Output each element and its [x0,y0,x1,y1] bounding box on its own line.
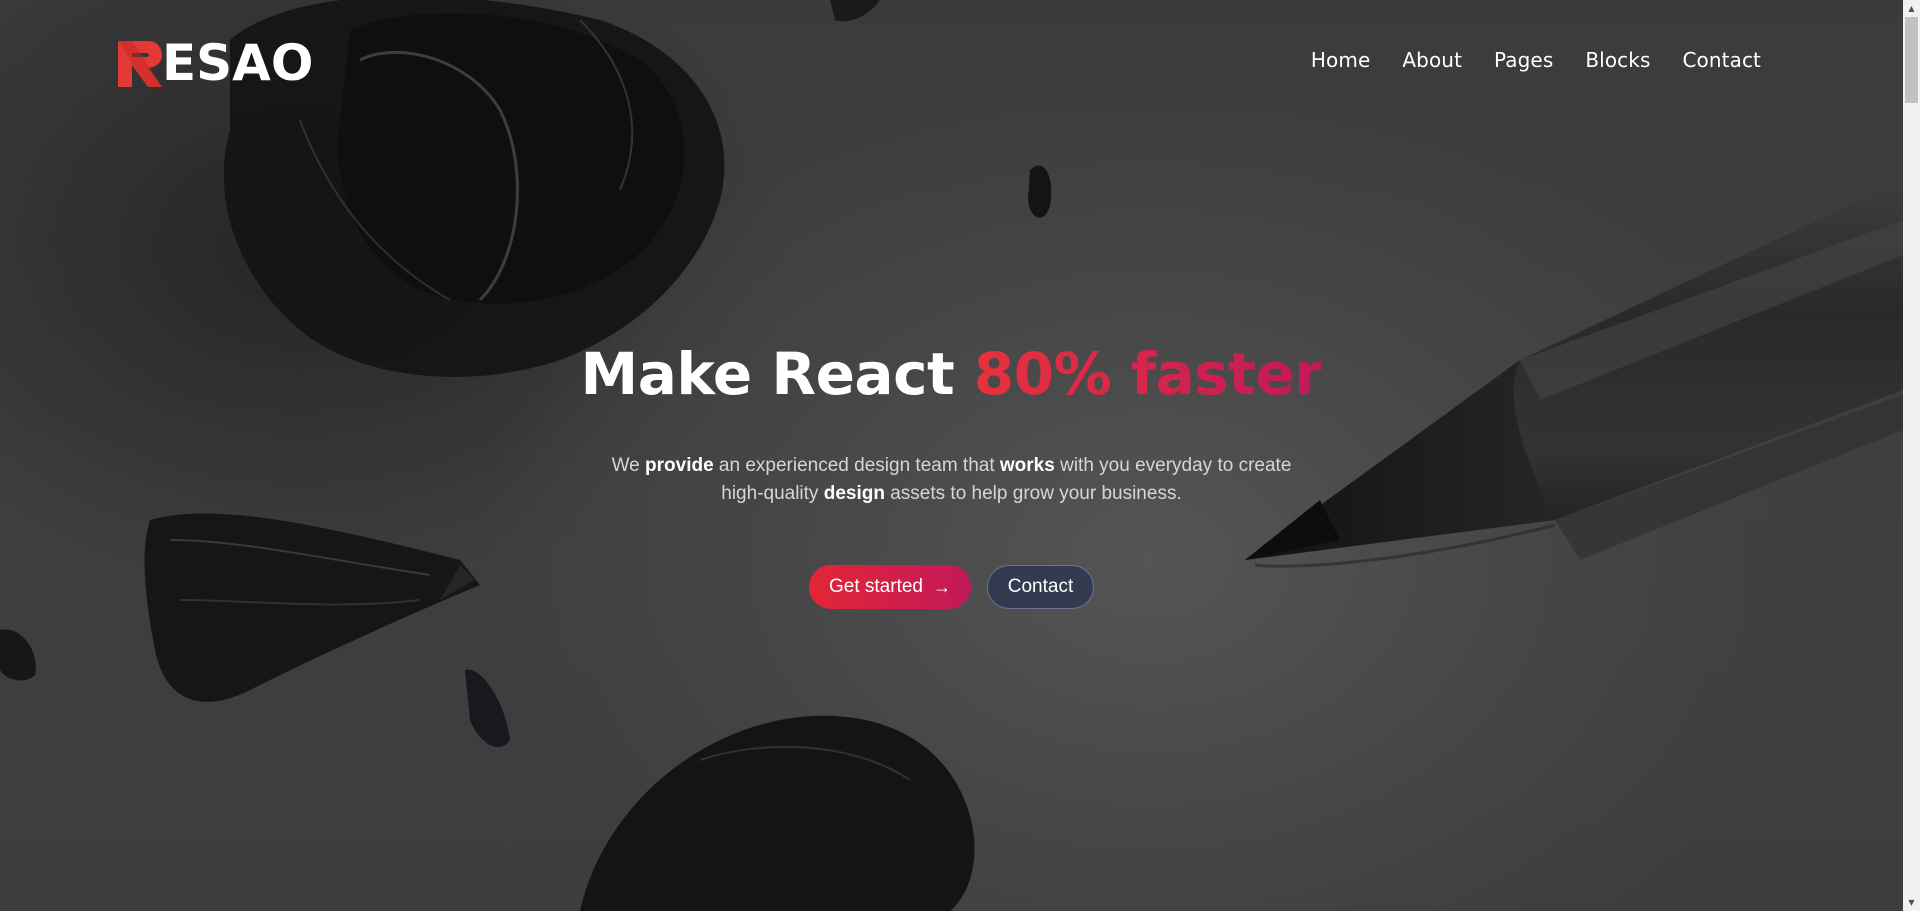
subtitle-bold: design [823,483,885,504]
hero-actions: Get started → Contact [0,565,1903,609]
headline-accent: 80% faster [973,340,1323,408]
subtitle-part: We [611,455,646,476]
scrollbar-thumb[interactable] [1905,17,1918,103]
nav-pages[interactable]: Pages [1494,48,1553,72]
logo-text: ESAO [162,34,314,92]
subtitle-part: assets to help grow your business. [884,483,1182,504]
arrow-right-icon: → [933,577,951,597]
hero-subtitle: We provide an experienced design team th… [0,452,1903,508]
brand-logo[interactable]: ESAO [118,38,313,88]
scroll-down-arrow-icon[interactable]: ▼ [1903,894,1920,911]
main-nav: Home About Pages Blocks Contact [1311,48,1761,72]
subtitle-bold: works [999,455,1055,476]
subtitle-part: an experienced design team that [713,455,1000,476]
get-started-label: Get started [829,576,923,597]
contact-button[interactable]: Contact [987,565,1094,609]
subtitle-part: with you everyday to create [1054,455,1292,476]
nav-contact[interactable]: Contact [1682,48,1761,72]
nav-blocks[interactable]: Blocks [1585,48,1650,72]
headline-main: Make React [580,340,974,408]
hero-section: ESAO Home About Pages Blocks Contact Mak… [0,0,1903,911]
scroll-up-arrow-icon[interactable]: ▲ [1903,0,1920,17]
get-started-button[interactable]: Get started → [809,565,971,609]
contact-button-label: Contact [1007,576,1074,597]
nav-home[interactable]: Home [1311,48,1370,72]
hero-headline: Make React 80% faster [0,336,1903,412]
subtitle-bold: provide [645,455,714,476]
page-scrollbar[interactable]: ▲ ▼ [1903,0,1920,911]
subtitle-part: high-quality [721,483,824,504]
nav-about[interactable]: About [1402,48,1462,72]
logo-r-icon [118,41,162,87]
